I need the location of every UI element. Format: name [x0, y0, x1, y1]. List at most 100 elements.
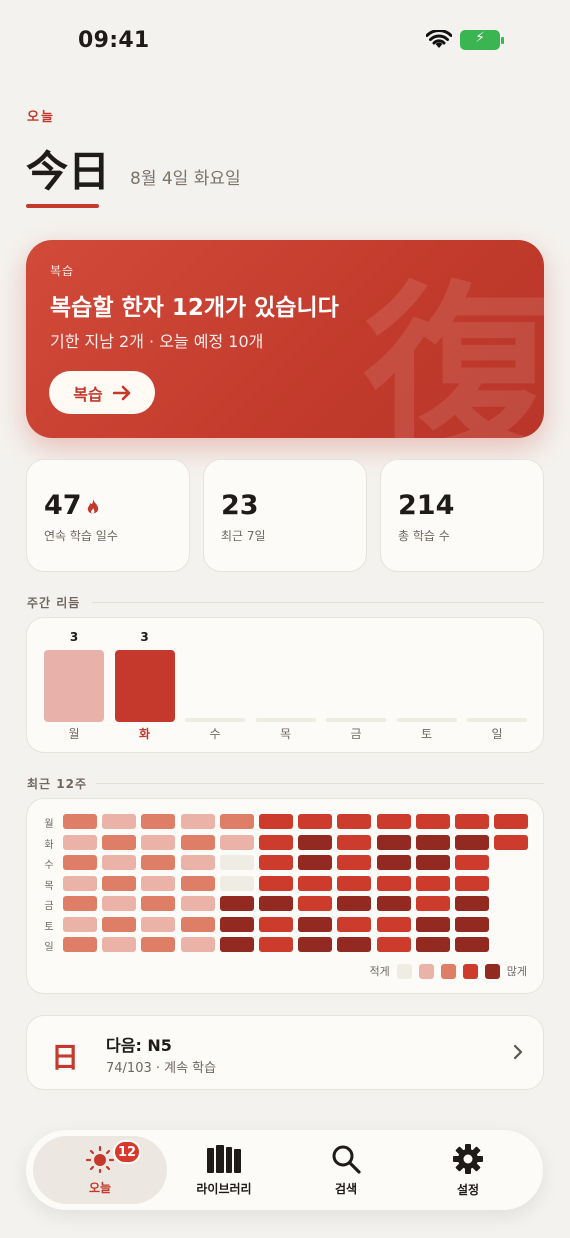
next-level-glyph: 日	[51, 1041, 80, 1074]
review-eyebrow: 복습	[50, 264, 75, 278]
heatmap-legend: 적게 많게	[370, 963, 527, 979]
heatmap-cell	[219, 855, 254, 870]
heatmap-row-label: 목	[44, 880, 54, 892]
weekly-bar	[396, 718, 457, 722]
tab-search[interactable]: 검색	[279, 1136, 413, 1204]
review-watermark: 復	[363, 263, 544, 439]
heatmap-cell	[63, 814, 97, 829]
heatmap-cell	[259, 814, 293, 829]
heatmap-cell	[63, 834, 97, 850]
heatmap-cell	[455, 916, 489, 932]
stat-value: 47	[44, 490, 100, 521]
heatmap-cell	[376, 855, 411, 870]
weekly-divider	[92, 602, 544, 603]
heatmap-cell	[180, 855, 215, 870]
heatmap-cell	[298, 875, 333, 891]
heatmap-cell	[219, 814, 254, 829]
next-level-card[interactable]: 日 다음: N5 74/103 · 계속 학습	[26, 1015, 544, 1090]
weekly-bar-column: 목	[255, 618, 316, 754]
heatmap-row-label: 금	[44, 901, 54, 912]
heatmap-cell	[455, 834, 489, 850]
tab-settings[interactable]: 설정	[401, 1136, 535, 1204]
weekly-bar-count: 3	[69, 630, 79, 644]
heatmap-cell	[415, 916, 450, 932]
stat-label: 총 학습 수	[398, 529, 450, 543]
stat-label: 연속 학습 일수	[44, 529, 118, 543]
heatmap-cell	[337, 834, 372, 850]
legend-swatch	[396, 963, 412, 979]
heatmap-cell	[455, 855, 489, 870]
heatmap-cell	[494, 814, 529, 829]
heatmap-cell	[141, 875, 176, 891]
tab-today[interactable]: 오늘 12	[33, 1136, 167, 1204]
legend-swatch	[440, 963, 456, 979]
weekly-bar	[44, 650, 104, 722]
review-count-badge: 12	[113, 1140, 141, 1164]
heatmap-cell	[219, 834, 254, 850]
heatmap-cell	[415, 814, 450, 829]
weekly-day-label: 토	[420, 727, 433, 741]
heatmap-cell	[298, 814, 333, 829]
tab-label: 라이브러리	[196, 1181, 252, 1196]
heatmap-cell	[415, 855, 450, 870]
title-underline	[26, 204, 99, 208]
heatmap-cell	[63, 896, 97, 911]
heatmap-cell	[337, 875, 372, 891]
chevron-right-icon	[513, 1044, 523, 1060]
tab-label: 검색	[334, 1181, 358, 1196]
legend-swatch	[418, 963, 434, 979]
heatmap-cell	[376, 916, 411, 932]
heatmap-cell	[102, 834, 137, 850]
heatmap-cell	[102, 855, 137, 870]
heatmap-cell	[376, 875, 411, 891]
tab-label: 오늘	[88, 1180, 112, 1195]
heatmap-cell	[259, 916, 293, 932]
heatmap-cell	[259, 834, 293, 850]
review-subtitle: 기한 지남 2개 · 오늘 예정 10개	[50, 332, 264, 351]
heatmap-cell	[337, 937, 372, 952]
review-card[interactable]: 復 복습 복습할 한자 12개가 있습니다 기한 지남 2개 · 오늘 예정 1…	[26, 240, 544, 438]
heatmap-row-label: 월	[44, 819, 54, 830]
heatmap-cell	[141, 814, 176, 829]
weekly-bar-column: 수	[185, 618, 245, 754]
heatmap-cell	[376, 814, 411, 829]
heatmap-cell	[219, 896, 254, 911]
stat-card-streak: 47 연속 학습 일수	[26, 459, 190, 572]
stat-label: 최근 7일	[221, 529, 266, 543]
review-button[interactable]: 복습	[49, 371, 155, 414]
books-icon	[207, 1144, 241, 1173]
heatmap-cell	[455, 814, 489, 829]
heatmap-row-label: 화	[44, 839, 54, 851]
heatmap-cell	[259, 937, 293, 952]
tab-label: 설정	[456, 1182, 480, 1197]
arrow-right-icon	[112, 385, 131, 400]
search-icon	[332, 1145, 361, 1174]
weekly-bar	[326, 718, 386, 722]
heatmap-cell	[376, 937, 411, 952]
heatmap-cell	[141, 896, 176, 911]
heatmap-cell	[298, 916, 333, 932]
heatmap-cell	[337, 896, 372, 911]
weekly-bar	[185, 718, 245, 722]
gear-icon	[453, 1143, 483, 1174]
weekly-day-label: 금	[350, 727, 362, 741]
weekly-bar-column: 금	[326, 618, 386, 754]
weekly-bar	[255, 718, 316, 722]
heatmap-cell	[494, 834, 529, 850]
battery-icon: ⚡	[460, 30, 504, 50]
weekly-bar-column: 토	[396, 618, 457, 754]
page-title: 今日	[26, 147, 111, 196]
legend-swatch	[484, 963, 500, 979]
heatmap-cell	[63, 855, 97, 870]
heatmap-cell	[337, 916, 372, 932]
heatmap-row-label: 수	[44, 860, 54, 871]
page-eyebrow: 오늘	[27, 110, 55, 125]
tab-library[interactable]: 라이브러리	[157, 1136, 291, 1204]
heatmap-cell	[415, 896, 450, 911]
heatmap-cell	[63, 937, 97, 952]
heatmap-cell	[102, 896, 137, 911]
heatmap-cell	[102, 937, 137, 952]
heatmap-cell	[298, 937, 333, 952]
wifi-icon	[426, 30, 452, 48]
heatmap-cell	[415, 834, 450, 850]
